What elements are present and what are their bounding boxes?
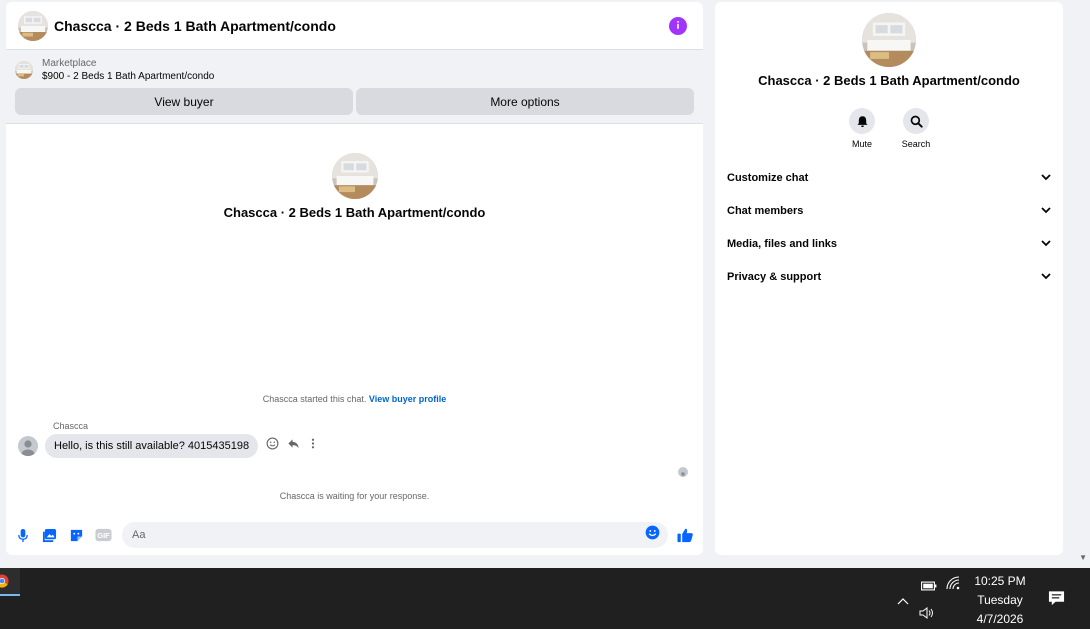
marketplace-listing-bar: Marketplace $900 - 2 Beds 1 Bath Apartme… bbox=[6, 50, 703, 124]
section-customize-chat[interactable]: Customize chat bbox=[715, 161, 1063, 194]
section-label: Privacy & support bbox=[727, 270, 822, 283]
search-action[interactable]: Search bbox=[902, 108, 930, 149]
section-label: Chat members bbox=[727, 204, 804, 217]
chrome-icon bbox=[0, 574, 9, 588]
listing-info[interactable]: Marketplace $900 - 2 Beds 1 Bath Apartme… bbox=[15, 56, 694, 84]
svg-text:GIF: GIF bbox=[97, 531, 110, 540]
mute-action[interactable]: Mute bbox=[848, 108, 876, 149]
clock-day: Tuesday bbox=[977, 593, 1023, 607]
gif-icon[interactable]: GIF bbox=[95, 527, 112, 544]
message-input[interactable] bbox=[132, 529, 645, 541]
chevron-down-icon bbox=[1041, 205, 1051, 217]
volume-icon[interactable] bbox=[919, 606, 935, 624]
chat-started-notice: Chascca started this chat. View buyer pr… bbox=[6, 394, 703, 404]
microphone-icon[interactable] bbox=[14, 527, 31, 544]
notifications-icon[interactable] bbox=[1048, 590, 1065, 611]
windows-taskbar: 10:25 PM Tuesday 4/7/2026 bbox=[0, 568, 1090, 629]
sticker-icon[interactable] bbox=[68, 527, 85, 544]
taskbar-clock[interactable]: 10:25 PM Tuesday 4/7/2026 bbox=[962, 572, 1038, 629]
emoji-icon[interactable] bbox=[645, 525, 660, 545]
intro-avatar[interactable] bbox=[332, 153, 378, 199]
section-label: Media, files and links bbox=[727, 237, 838, 250]
view-buyer-profile-link[interactable]: View buyer profile bbox=[369, 394, 446, 404]
battery-icon[interactable] bbox=[921, 578, 937, 596]
mute-label: Mute bbox=[851, 139, 872, 149]
waiting-notice: Chascca is waiting for your response. bbox=[279, 491, 430, 501]
react-icon[interactable] bbox=[266, 437, 279, 455]
message-row: Hello, is this still available? 40154351… bbox=[18, 434, 318, 458]
listing-label: Marketplace bbox=[42, 58, 97, 69]
message-composer: GIF bbox=[6, 520, 703, 550]
search-label: Search bbox=[901, 139, 931, 149]
chat-title[interactable]: Chascca · 2 Beds 1 Bath Apartment/condo bbox=[54, 18, 669, 34]
search-icon bbox=[910, 115, 923, 128]
conversation-info-button[interactable] bbox=[669, 16, 687, 35]
message-input-wrapper bbox=[122, 522, 668, 548]
message-bubble[interactable]: Hello, is this still available? 40154351… bbox=[45, 434, 259, 458]
bell-icon bbox=[856, 115, 868, 127]
reply-icon[interactable] bbox=[287, 437, 300, 455]
chevron-up-icon[interactable] bbox=[897, 592, 909, 610]
section-media-files-links[interactable]: Media, files and links bbox=[715, 227, 1063, 260]
sender-avatar[interactable] bbox=[18, 436, 38, 456]
info-avatar[interactable] bbox=[862, 13, 916, 67]
info-icon bbox=[673, 17, 683, 35]
info-name: Chascca · 2 Beds 1 Bath Apartment/condo bbox=[758, 73, 1020, 88]
listing-price-title: $900 - 2 Beds 1 Bath Apartment/condo bbox=[42, 71, 215, 82]
taskbar-chrome-app[interactable] bbox=[0, 568, 20, 596]
more-icon[interactable] bbox=[308, 437, 318, 455]
chevron-down-icon bbox=[1041, 238, 1051, 250]
section-privacy-support[interactable]: Privacy & support bbox=[715, 260, 1063, 293]
section-chat-members[interactable]: Chat members bbox=[715, 194, 1063, 227]
chevron-down-icon bbox=[1041, 271, 1051, 283]
search-button[interactable] bbox=[903, 108, 929, 134]
chat-avatar[interactable] bbox=[18, 11, 48, 41]
mute-button[interactable] bbox=[849, 108, 875, 134]
info-sections: Customize chat Chat members Media, files… bbox=[715, 161, 1063, 293]
seen-indicator-avatar bbox=[678, 467, 688, 477]
conversation-info-panel: Chascca · 2 Beds 1 Bath Apartment/condo … bbox=[715, 2, 1063, 555]
person-icon bbox=[681, 472, 685, 477]
conversation-intro: Chascca · 2 Beds 1 Bath Apartment/condo bbox=[6, 153, 703, 220]
chevron-down-icon bbox=[1041, 172, 1051, 184]
person-icon bbox=[21, 440, 35, 456]
section-label: Customize chat bbox=[727, 171, 809, 184]
scrollbar-down-arrow[interactable]: ▼ bbox=[1079, 553, 1087, 562]
photo-icon[interactable] bbox=[41, 527, 58, 544]
chat-started-text: Chascca started this chat. bbox=[262, 394, 367, 404]
more-options-button[interactable]: More options bbox=[356, 88, 694, 115]
clock-date: 4/7/2026 bbox=[976, 612, 1024, 626]
view-buyer-button[interactable]: View buyer bbox=[15, 88, 353, 115]
listing-thumbnail bbox=[15, 61, 33, 79]
message-sender-name: Chascca bbox=[53, 421, 89, 431]
chat-header: Chascca · 2 Beds 1 Bath Apartment/condo bbox=[6, 2, 703, 50]
network-icon[interactable] bbox=[946, 576, 960, 595]
like-button[interactable] bbox=[676, 526, 694, 544]
clock-time: 10:25 PM bbox=[974, 574, 1026, 588]
thumbs-up-icon bbox=[676, 528, 693, 543]
intro-name: Chascca · 2 Beds 1 Bath Apartment/condo bbox=[223, 205, 486, 220]
chat-panel: Chascca · 2 Beds 1 Bath Apartment/condo … bbox=[6, 2, 703, 555]
